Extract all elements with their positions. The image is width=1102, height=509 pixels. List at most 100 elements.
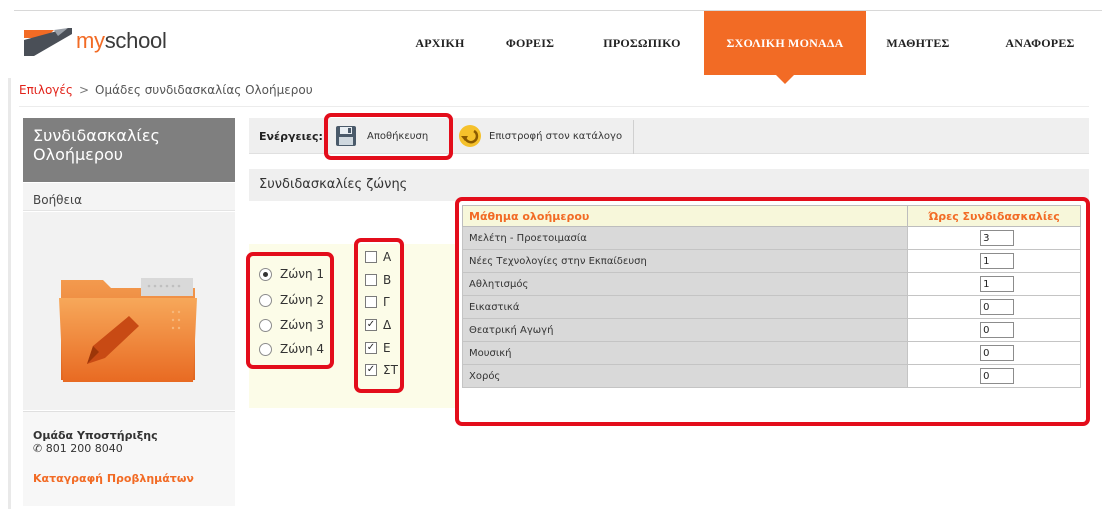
zone-radio-4[interactable]: Ζώνη 4: [259, 340, 324, 358]
hours-input[interactable]: [980, 276, 1015, 292]
breadcrumb-current: Ομάδες συνδιδασκαλίας Ολοήμερου: [95, 83, 313, 97]
support-phone: ✆ 801 200 8040: [33, 442, 123, 455]
class-checkbox-e[interactable]: ✓ Ε: [365, 339, 391, 357]
hours-input[interactable]: [980, 322, 1015, 338]
support-phone-number: 801 200 8040: [45, 442, 123, 455]
radio-empty-icon: [259, 342, 272, 356]
subject-cell: Εικαστικά: [461, 295, 909, 319]
table-row: Αθλητισμός: [461, 272, 1081, 296]
hours-cell: [907, 249, 1081, 273]
logo-wordmark: myschool: [76, 28, 167, 54]
phone-icon: ✆: [33, 442, 43, 455]
floppy-disk-icon: [335, 125, 357, 147]
checkbox-unchecked-icon: [365, 296, 377, 308]
zone-label: Ζώνη 1: [280, 267, 325, 281]
radio-selected-icon: [259, 267, 272, 281]
class-label: Ε: [383, 341, 391, 355]
actions-label: Ενέργειες:: [259, 130, 323, 143]
subject-cell: Μουσική: [461, 341, 909, 365]
table-row: Νέες Τεχνολογίες στην Εκπαίδευση: [461, 249, 1081, 273]
zone-radio-3[interactable]: Ζώνη 3: [259, 316, 324, 334]
table-row: Εικαστικά: [461, 295, 1081, 319]
actions-toolbar: Ενέργειες: Αποθήκευση Επιστροφή στον κατ…: [249, 118, 1089, 154]
subjects-table: Μάθημα ολοήμερου Ώρες Συνδιδασκαλίες Μελ…: [461, 205, 1081, 388]
class-checkbox-d[interactable]: ✓ Δ: [365, 316, 391, 334]
sidebar-title: Συνδιδασκαλίες Ολοήμερου: [23, 118, 235, 182]
subject-cell: Θεατρική Αγωγή: [461, 318, 909, 342]
table-row: Χορός: [461, 364, 1081, 388]
checkbox-checked-icon: ✓: [365, 319, 377, 331]
support-title: Ομάδα Υποστήριξης: [33, 429, 158, 442]
sidebar-support: Ομάδα Υποστήριξης ✆ 801 200 8040 Καταγρα…: [23, 411, 235, 506]
checkbox-checked-icon: ✓: [365, 364, 377, 376]
subject-cell: Μελέτη - Προετοιμασία: [461, 226, 909, 250]
breadcrumb-link-options[interactable]: Επιλογές: [19, 83, 73, 97]
nav-item-school-unit[interactable]: ΣΧΟΛΙΚΗ ΜΟΝΑΔΑ: [704, 11, 866, 84]
subject-cell: Χορός: [461, 364, 909, 388]
breadcrumb-divider: [19, 106, 1089, 107]
hours-input[interactable]: [980, 345, 1015, 361]
nav-item-personnel[interactable]: ΠΡΟΣΩΠΙΚΟ: [594, 11, 690, 75]
radio-empty-icon: [259, 318, 272, 332]
section-title: Συνδιδασκαλίες ζώνης: [249, 169, 1089, 201]
column-header-hours: Ώρες Συνδιδασκαλίες: [907, 205, 1081, 227]
nav-item-organizations[interactable]: ΦΟΡΕΙΣ: [500, 11, 560, 75]
nav-item-reports[interactable]: ΑΝΑΦΟΡΕΣ: [994, 11, 1086, 75]
hours-input[interactable]: [980, 230, 1015, 246]
folder-edit-icon: [59, 278, 197, 382]
class-label: Γ: [383, 295, 390, 309]
class-label: ΣΤ: [383, 363, 398, 377]
zone-label: Ζώνη 3: [280, 318, 325, 332]
class-checkbox-a[interactable]: Α: [365, 248, 391, 266]
hours-cell: [907, 295, 1081, 319]
table-row: Θεατρική Αγωγή: [461, 318, 1081, 342]
class-label: Α: [383, 250, 392, 264]
sidebar-illustration: [23, 212, 235, 410]
hours-cell: [907, 364, 1081, 388]
hours-input[interactable]: [980, 368, 1015, 384]
report-problems-link[interactable]: Καταγραφή Προβλημάτων: [33, 472, 194, 485]
zone-label: Ζώνη 4: [280, 342, 325, 356]
nav-item-home[interactable]: ΑΡΧΙΚΗ: [405, 11, 475, 75]
logo-mark-icon: [24, 26, 72, 56]
class-checkbox-b[interactable]: Β: [365, 271, 391, 289]
table-row: Μουσική: [461, 341, 1081, 365]
hours-cell: [907, 226, 1081, 250]
hours-cell: [907, 318, 1081, 342]
logo-text-school: school: [104, 28, 167, 53]
hours-cell: [907, 341, 1081, 365]
hours-input[interactable]: [980, 253, 1015, 269]
hours-cell: [907, 272, 1081, 296]
zone-label: Ζώνη 2: [280, 293, 325, 307]
class-label: Β: [383, 273, 392, 287]
class-label: Δ: [383, 318, 392, 332]
class-checkbox-c[interactable]: Γ: [365, 293, 390, 311]
back-to-list-label: Επιστροφή στον κατάλογο: [489, 130, 623, 142]
breadcrumb-separator: >: [78, 83, 90, 97]
radio-empty-icon: [259, 293, 272, 307]
page: myschool ΑΡΧΙΚΗ ΦΟΡΕΙΣ ΠΡΟΣΩΠΙΚΟ ΣΧΟΛΙΚΗ…: [0, 0, 1102, 509]
save-button[interactable]: Αποθήκευση: [335, 122, 428, 150]
save-button-label: Αποθήκευση: [367, 130, 429, 142]
toolbar-divider: [633, 120, 634, 154]
table-row: Μελέτη - Προετοιμασία: [461, 226, 1081, 250]
checkbox-unchecked-icon: [365, 251, 377, 263]
myschool-logo[interactable]: myschool: [24, 24, 167, 58]
zone-radio-2[interactable]: Ζώνη 2: [259, 291, 324, 309]
nav-item-students[interactable]: ΜΑΘΗΤΕΣ: [878, 11, 958, 75]
zone-radio-1[interactable]: Ζώνη 1: [259, 265, 324, 283]
table-header-row: Μάθημα ολοήμερου Ώρες Συνδιδασκαλίες: [461, 205, 1081, 227]
sidebar-help-link[interactable]: Βοήθεια: [23, 183, 235, 211]
checkbox-checked-icon: ✓: [365, 342, 377, 354]
class-checkbox-st[interactable]: ✓ ΣΤ: [365, 361, 398, 379]
return-arrow-icon: [457, 123, 483, 149]
back-to-list-button[interactable]: Επιστροφή στον κατάλογο: [457, 122, 622, 150]
subject-cell: Νέες Τεχνολογίες στην Εκπαίδευση: [461, 249, 909, 273]
logo-text-my: my: [76, 28, 105, 53]
breadcrumb: Επιλογές > Ομάδες συνδιδασκαλίας Ολοήμερου: [19, 83, 313, 97]
subject-cell: Αθλητισμός: [461, 272, 909, 296]
column-header-subject: Μάθημα ολοήμερου: [461, 205, 909, 227]
checkbox-unchecked-icon: [365, 274, 377, 286]
left-edge-bar: [8, 78, 11, 509]
hours-input[interactable]: [980, 299, 1015, 315]
